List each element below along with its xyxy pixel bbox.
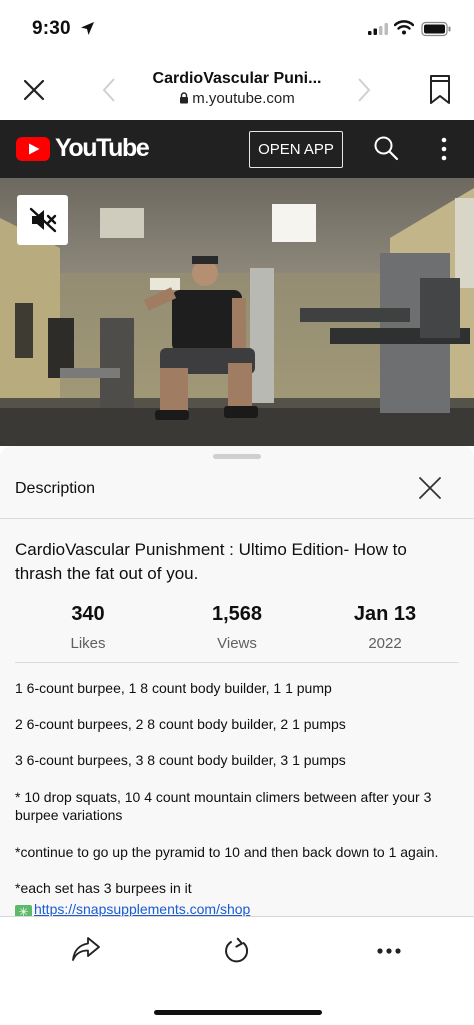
description-link[interactable]: https://snapsupplements.com/shop — [34, 901, 250, 916]
description-line: 3 6-count burpees, 3 8 count body builde… — [15, 752, 346, 768]
unmute-button[interactable] — [17, 195, 68, 245]
divider — [15, 662, 459, 663]
more-vertical-icon[interactable] — [436, 136, 452, 162]
chevron-right-icon[interactable] — [355, 76, 373, 104]
description-line: *continue to go up the pyramid to 10 and… — [15, 844, 439, 860]
wifi-icon — [394, 20, 414, 35]
views-count: 1,568 — [211, 603, 263, 625]
description-line: 1 6-count burpee, 1 8 count body builder… — [15, 680, 332, 696]
status-bar: 9:30 — [0, 0, 474, 60]
description-line: * 10 drop squats, 10 4 count mountain cl… — [15, 789, 432, 823]
close-icon[interactable] — [418, 476, 442, 500]
description-line: 2 6-count burpees, 2 8 count body builde… — [15, 716, 346, 732]
divider — [0, 518, 474, 519]
views-label: Views — [217, 635, 257, 652]
views-stat: 1,568 Views — [162, 603, 312, 652]
youtube-header: YouTube OPEN APP — [0, 120, 474, 178]
description-heading: Description — [15, 480, 96, 497]
browser-page-title: CardioVascular Puni... — [152, 70, 322, 87]
location-arrow-icon — [81, 22, 94, 35]
video-title: CardioVascular Punishment : Ultimo Editi… — [15, 540, 407, 583]
browser-toolbar: CardioVascular Puni... m.youtube.com — [0, 60, 474, 120]
publish-year: 2022 — [368, 635, 402, 652]
bookmark-icon[interactable] — [428, 74, 452, 106]
open-app-button[interactable]: OPEN APP — [249, 131, 343, 168]
likes-label: Likes — [70, 635, 106, 652]
chevron-left-icon[interactable] — [100, 76, 118, 104]
video-player[interactable] — [0, 178, 474, 446]
reload-icon[interactable] — [222, 936, 252, 966]
likes-count: 340 — [71, 603, 105, 625]
description-line: *each set has 3 burpees in it — [15, 880, 192, 896]
search-icon[interactable] — [373, 135, 399, 161]
description-link-row: ✳ https://snapsupplements.com/shop — [15, 901, 250, 916]
youtube-logo-text[interactable]: YouTube — [55, 134, 150, 163]
description-panel: Description CardioVascular Punishment : … — [0, 446, 474, 916]
browser-url[interactable]: m.youtube.com — [120, 90, 354, 107]
sparkle-icon: ✳ — [15, 905, 32, 916]
volume-muted-icon — [29, 207, 56, 233]
youtube-logo-icon[interactable] — [16, 137, 50, 161]
more-horizontal-icon[interactable] — [377, 947, 401, 955]
status-time: 9:30 — [32, 18, 71, 39]
cellular-signal-icon — [368, 23, 388, 35]
video-frame[interactable] — [0, 178, 474, 446]
share-icon[interactable] — [70, 935, 102, 963]
likes-stat: 340 Likes — [13, 603, 163, 652]
date-stat: Jan 13 2022 — [310, 603, 460, 652]
close-icon[interactable] — [20, 76, 48, 104]
browser-bottom-toolbar — [0, 916, 474, 1025]
lock-icon — [180, 92, 189, 104]
drag-handle[interactable] — [213, 454, 261, 459]
url-text: m.youtube.com — [192, 90, 295, 107]
battery-icon — [421, 21, 451, 37]
home-indicator — [154, 1010, 322, 1015]
publish-date: Jan 13 — [353, 603, 417, 625]
